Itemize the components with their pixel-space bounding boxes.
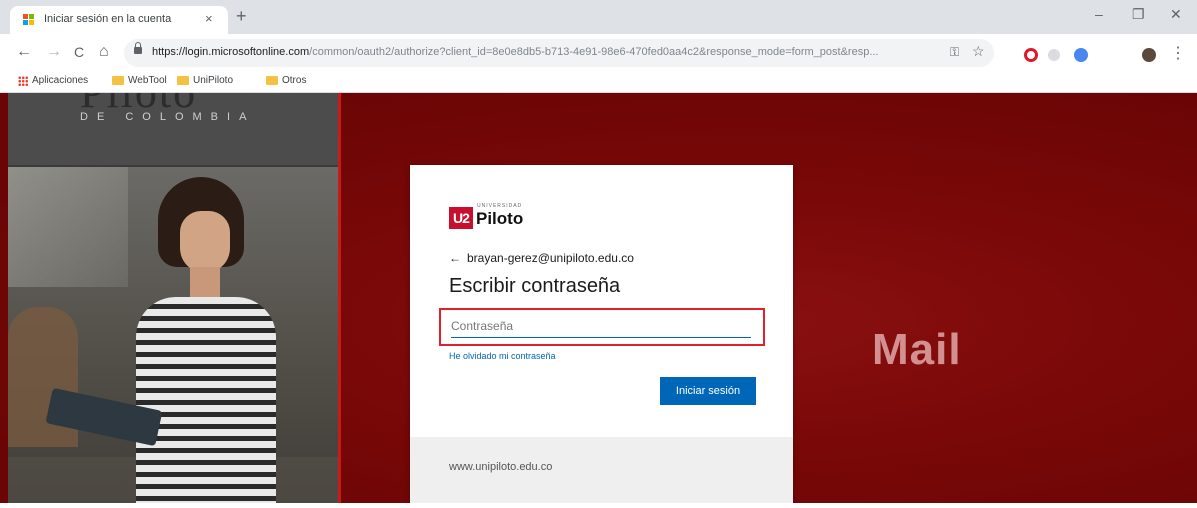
browser-toolbar: ← → C ⌂ https://login.microsoftonline.co…: [0, 34, 1197, 72]
card-footer: www.unipiloto.edu.co: [410, 437, 793, 505]
bookmark-webtool[interactable]: WebTool: [112, 75, 167, 86]
left-image-panel: Piloto DE COLOMBIA: [8, 93, 338, 503]
student-photo: [8, 167, 338, 503]
bottom-strip: [0, 503, 1197, 508]
tab-title: Iniciar sesión en la cuenta: [44, 13, 172, 25]
password-input[interactable]: [451, 315, 751, 338]
page-background: Piloto DE COLOMBIA UNIVERSIDAD U2 Piloto…: [0, 93, 1197, 508]
restore-icon[interactable]: ❐: [1132, 6, 1145, 23]
back-arrow-icon[interactable]: ←: [449, 251, 461, 265]
forgot-password-link[interactable]: He olvidado mi contraseña: [449, 351, 556, 361]
bookmarks-bar: Aplicaciones WebTool UniPiloto Otros: [0, 72, 1197, 93]
logo-subtitle: DE COLOMBIA: [80, 111, 256, 123]
extension-icon[interactable]: [1048, 49, 1060, 61]
address-bar[interactable]: https://login.microsoftonline.com/common…: [124, 39, 994, 67]
home-icon[interactable]: ⌂: [99, 43, 109, 61]
brand-logo: UNIVERSIDAD U2 Piloto: [449, 203, 524, 229]
key-icon[interactable]: ⚿: [950, 45, 959, 60]
bookmark-label: Otros: [282, 75, 307, 86]
back-icon[interactable]: ←: [16, 43, 32, 61]
login-card: UNIVERSIDAD U2 Piloto ← brayan-gerez@unip…: [410, 165, 793, 505]
brand-top-text: UNIVERSIDAD: [477, 203, 523, 209]
password-highlight: [439, 308, 765, 346]
brand-name: Piloto: [476, 209, 524, 228]
apps-grid-icon: [18, 75, 28, 86]
bookmark-otros[interactable]: Otros: [266, 75, 306, 86]
bookmark-apps[interactable]: Aplicaciones: [18, 75, 88, 86]
red-divider: [338, 93, 341, 503]
microsoft-icon: [23, 14, 35, 26]
bookmark-unipiloto[interactable]: UniPiloto: [177, 75, 233, 86]
bookmark-label: UniPiloto: [193, 75, 234, 86]
bookmark-star-icon[interactable]: ☆: [972, 43, 985, 60]
opera-extension-icon[interactable]: [1024, 48, 1038, 62]
mail-banner-text: Mail: [872, 325, 962, 374]
footer-url: www.unipiloto.edu.co: [449, 461, 553, 473]
tab-close-icon[interactable]: ×: [205, 11, 213, 26]
account-email: brayan-gerez@unipiloto.edu.co: [467, 251, 634, 265]
minimize-icon[interactable]: –: [1095, 6, 1103, 22]
forward-icon[interactable]: →: [46, 43, 62, 61]
tab-strip: Iniciar sesión en la cuenta × + – ❐ ✕: [0, 0, 1197, 34]
identity-row[interactable]: ← brayan-gerez@unipiloto.edu.co: [449, 251, 634, 265]
signin-button[interactable]: Iniciar sesión: [660, 377, 756, 405]
folder-icon: [112, 76, 124, 85]
university-logo-band: Piloto DE COLOMBIA: [8, 93, 338, 167]
menu-icon[interactable]: ⋮: [1170, 43, 1186, 63]
folder-icon: [266, 76, 278, 85]
window-close-icon[interactable]: ✕: [1170, 6, 1182, 23]
folder-icon: [177, 76, 189, 85]
reload-icon[interactable]: C: [74, 43, 84, 61]
url-text: https://login.microsoftonline.com/common…: [152, 46, 879, 58]
bookmark-label: Aplicaciones: [32, 75, 89, 86]
bookmark-label: WebTool: [128, 75, 167, 86]
brand-mark: U2: [449, 207, 473, 229]
lock-icon: [134, 42, 142, 54]
blue-extension-icon[interactable]: [1074, 48, 1088, 62]
profile-avatar[interactable]: [1142, 48, 1156, 62]
new-tab-icon[interactable]: +: [236, 7, 247, 25]
page-title: Escribir contraseña: [449, 275, 621, 297]
browser-tab[interactable]: Iniciar sesión en la cuenta ×: [10, 6, 228, 34]
